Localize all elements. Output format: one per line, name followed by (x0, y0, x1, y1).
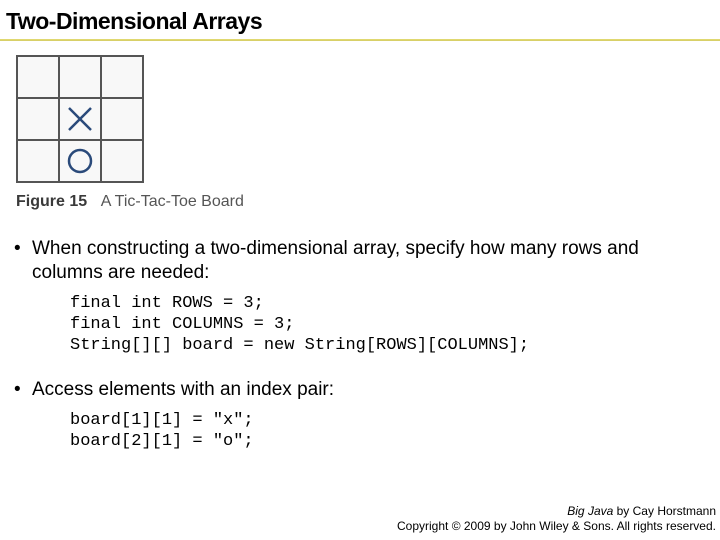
title-underline (0, 39, 720, 41)
figure-label: Figure 15 (16, 193, 87, 210)
code-block: final int ROWS = 3; final int COLUMNS = … (70, 293, 720, 357)
figure-area: Figure 15 A Tic-Tac-Toe Board (0, 55, 720, 211)
bullet-marker: • (14, 237, 32, 285)
footer-copyright: Copyright © 2009 by John Wiley & Sons. A… (397, 519, 716, 534)
bullet-list: • When constructing a two-dimensional ar… (0, 237, 720, 453)
board-cell-0-2 (101, 56, 143, 98)
board-cell-1-1 (59, 98, 101, 140)
figure-caption: Figure 15 A Tic-Tac-Toe Board (16, 193, 720, 211)
slide-footer: Big Java by Cay Horstmann Copyright © 20… (397, 504, 716, 534)
bullet-text: Access elements with an index pair: (32, 378, 720, 402)
board-cell-2-0 (17, 140, 59, 182)
board-row (17, 98, 143, 140)
board-cell-1-2 (101, 98, 143, 140)
o-mark-icon (64, 145, 96, 177)
board-cell-2-1 (59, 140, 101, 182)
footer-book-title: Big Java (567, 504, 613, 518)
footer-author: by Cay Horstmann (613, 504, 716, 518)
bullet-text: When constructing a two-dimensional arra… (32, 237, 720, 285)
code-block: board[1][1] = "x"; board[2][1] = "o"; (70, 410, 720, 453)
board-cell-2-2 (101, 140, 143, 182)
tic-tac-toe-board (16, 55, 144, 183)
slide-title: Two-Dimensional Arrays (0, 0, 720, 39)
bullet-marker: • (14, 378, 32, 402)
board-row (17, 140, 143, 182)
board-cell-1-0 (17, 98, 59, 140)
x-mark-icon (64, 103, 96, 135)
board-row (17, 56, 143, 98)
board-cell-0-0 (17, 56, 59, 98)
board-cell-0-1 (59, 56, 101, 98)
bullet-item: • Access elements with an index pair: (14, 378, 720, 402)
figure-caption-text: A Tic-Tac-Toe Board (101, 193, 244, 210)
bullet-item: • When constructing a two-dimensional ar… (14, 237, 720, 285)
